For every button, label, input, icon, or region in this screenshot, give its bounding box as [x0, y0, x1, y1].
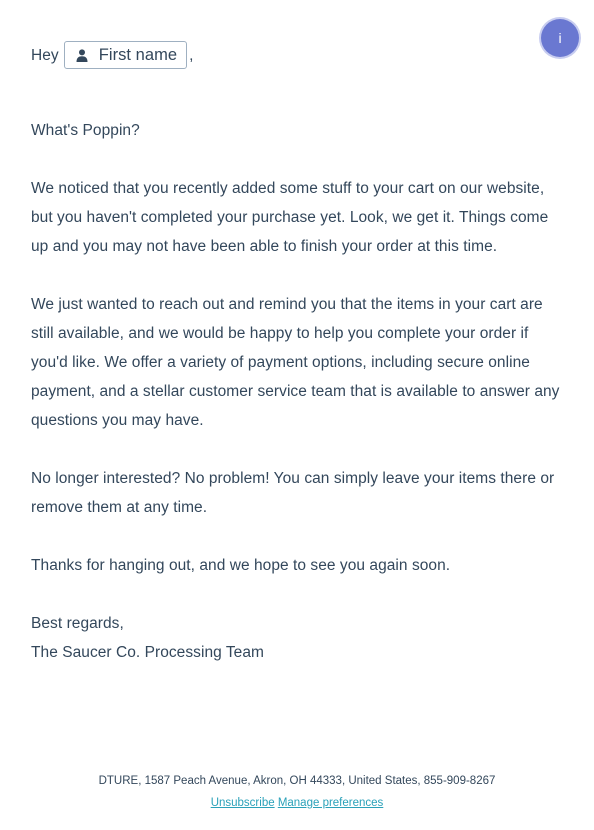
first-name-personalization-token[interactable]: First name — [63, 41, 188, 69]
closing-text: Best regards, — [31, 615, 124, 632]
email-footer: DTURE, 1587 Peach Avenue, Akron, OH 4433… — [0, 770, 594, 814]
footer-links: Unsubscribe Manage preferences — [0, 792, 594, 814]
paragraph-not-interested: No longer interested? No problem! You ca… — [31, 470, 555, 516]
person-icon — [76, 48, 88, 62]
greeting-prefix: Hey — [31, 46, 59, 64]
paragraph-thanks: Thanks for hanging out, and we hope to s… — [31, 557, 451, 574]
paragraph-notice: We noticed that you recently added some … — [31, 180, 549, 255]
token-label: First name — [98, 45, 178, 64]
greeting-line: Hey First name , — [31, 38, 561, 72]
manage-preferences-link[interactable]: Manage preferences — [278, 797, 383, 809]
paragraph-reminder: We just wanted to reach out and remind y… — [31, 296, 560, 429]
signature-text: The Saucer Co. Processing Team — [31, 644, 264, 661]
greeting-suffix: , — [189, 46, 194, 64]
paragraph-opening: What's Poppin? — [31, 122, 140, 139]
signature-block: Best regards, The Saucer Co. Processing … — [31, 609, 561, 667]
email-body: Hey First name , What's Poppin? We notic… — [31, 38, 561, 667]
unsubscribe-link[interactable]: Unsubscribe — [211, 797, 275, 809]
footer-address: DTURE, 1587 Peach Avenue, Akron, OH 4433… — [98, 775, 496, 787]
